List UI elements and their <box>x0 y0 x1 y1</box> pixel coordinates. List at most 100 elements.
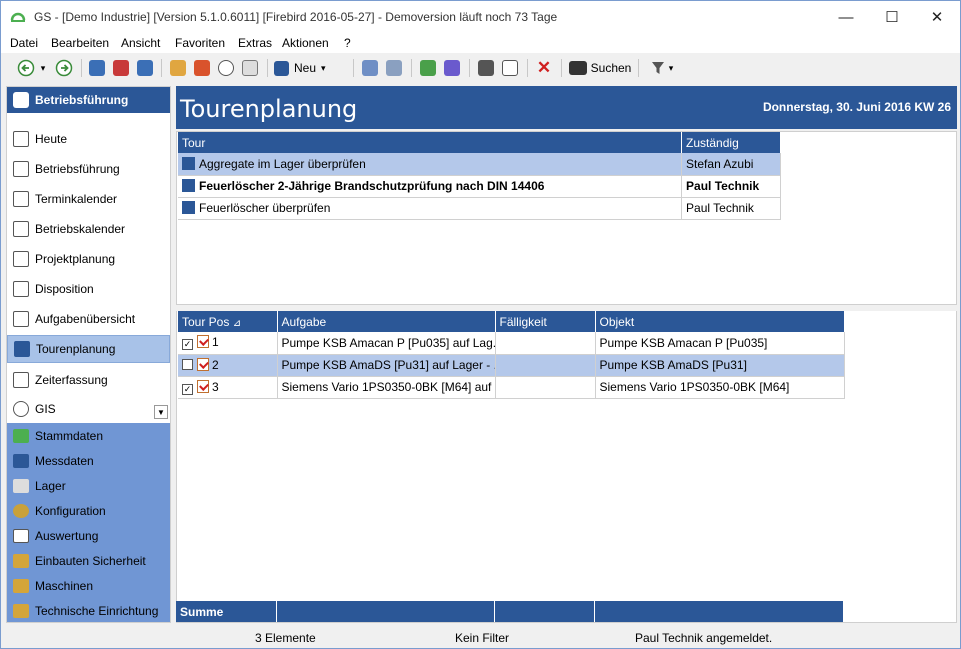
warning-button[interactable] <box>192 57 212 79</box>
table-row[interactable]: Feuerlöscher überprüfen Paul Technik <box>178 197 781 220</box>
menu-favoriten[interactable]: Favoriten <box>175 36 225 50</box>
due-cell[interactable] <box>495 354 596 377</box>
task-cell[interactable]: Pumpe KSB Amacan P [Pu035] auf Lag... <box>277 332 496 355</box>
calendar-grid-icon <box>13 221 29 237</box>
back-dropdown[interactable]: ▾ <box>38 57 48 79</box>
import-button[interactable] <box>418 57 438 79</box>
pos-cell[interactable]: ✓ 1 <box>178 332 278 355</box>
group-lager[interactable]: Lager <box>7 473 170 498</box>
sidebar-item-aufgabenuebersicht[interactable]: Aufgabenübersicht <box>7 305 170 333</box>
filter-button[interactable]: ▾ <box>645 57 679 79</box>
tour-cell[interactable]: Feuerlöscher überprüfen <box>178 197 683 220</box>
column-header-faelligkeit[interactable]: Fälligkeit <box>495 311 596 332</box>
sum-label: Summe <box>176 601 277 622</box>
export-button[interactable] <box>442 57 462 79</box>
menu-extras[interactable]: Extras <box>238 36 272 50</box>
forward-button[interactable] <box>53 57 75 79</box>
search-folder-button[interactable] <box>168 57 188 79</box>
toolbar: ▾ Neu ▾ ✕ Suchen ▾ <box>1 53 960 83</box>
due-cell[interactable] <box>495 332 596 355</box>
sidebar-scroll-down-button[interactable]: ▼ <box>154 405 168 419</box>
binoculars-icon <box>568 61 587 75</box>
sidebar-item-terminkalender[interactable]: Terminkalender <box>7 185 170 213</box>
messages-button[interactable] <box>240 57 260 79</box>
object-cell[interactable]: Pumpe KSB Amacan P [Pu035] <box>595 332 845 355</box>
group-konfiguration[interactable]: Konfiguration <box>7 498 170 523</box>
toolbar-separator <box>561 59 562 77</box>
object-cell[interactable]: Siemens Vario 1PS0350-0BK [M64] <box>595 376 845 399</box>
group-stammdaten[interactable]: Stammdaten <box>7 423 170 448</box>
row-checkbox[interactable] <box>182 359 193 370</box>
pos-cell[interactable]: ✓ 3 <box>178 376 278 399</box>
due-cell[interactable] <box>495 376 596 399</box>
group-einbauten-sicherheit[interactable]: Einbauten Sicherheit <box>7 548 170 573</box>
search-button[interactable]: Suchen <box>568 57 632 79</box>
row-checkbox[interactable]: ✓ <box>182 339 193 351</box>
status-count: 3 Elemente <box>255 631 316 645</box>
delete-button[interactable]: ✕ <box>534 57 554 79</box>
owner-cell[interactable]: Paul Technik <box>681 197 781 220</box>
table-row[interactable]: 2 Pumpe KSB AmaDS [Pu31] auf Lager - ...… <box>178 354 845 377</box>
group-messdaten[interactable]: Messdaten <box>7 448 170 473</box>
owner-cell[interactable]: Stefan Azubi <box>681 153 781 176</box>
group-maschinen[interactable]: Maschinen <box>7 573 170 598</box>
column-header-tour-pos[interactable]: Tour Pos ⊿ <box>178 311 278 332</box>
table-row[interactable]: ✓ 1 Pumpe KSB Amacan P [Pu035] auf Lag...… <box>178 332 845 355</box>
sidebar-item-projektplanung[interactable]: Projektplanung <box>7 245 170 273</box>
task-cell[interactable]: Pumpe KSB AmaDS [Pu31] auf Lager - ... <box>277 354 496 377</box>
print-preview-button[interactable] <box>500 57 520 79</box>
group-label: Auswertung <box>35 528 99 543</box>
group-auswertung[interactable]: Auswertung <box>7 523 170 548</box>
maximize-button[interactable]: ☐ <box>869 1 915 33</box>
tour-cell[interactable]: Aggregate im Lager überprüfen <box>178 153 683 176</box>
sidebar-item-tourenplanung[interactable]: Tourenplanung <box>7 335 170 363</box>
column-header-objekt[interactable]: Objekt <box>595 311 845 332</box>
edit-button[interactable] <box>360 57 380 79</box>
user-key-button[interactable] <box>87 57 107 79</box>
user-info-button[interactable] <box>135 57 155 79</box>
clock-24-icon <box>218 60 234 76</box>
print-button[interactable] <box>476 57 496 79</box>
minimize-button[interactable]: — <box>823 1 869 33</box>
sidebar-item-betriebskalender[interactable]: Betriebskalender <box>7 215 170 243</box>
column-header-tour[interactable]: Tour <box>178 132 683 153</box>
sidebar-item-label: Betriebskalender <box>35 222 126 236</box>
group-technische-einrichtung[interactable]: Technische Einrichtung <box>7 598 170 622</box>
tour-cell[interactable]: Feuerlöscher 2-Jährige Brandschutzprüfun… <box>178 175 683 198</box>
menu-help[interactable]: ? <box>344 36 351 50</box>
object-cell[interactable]: Pumpe KSB AmaDS [Pu31] <box>595 354 845 377</box>
close-button[interactable]: ✕ <box>914 1 960 33</box>
sidebar-item-disposition[interactable]: Disposition <box>7 275 170 303</box>
list-button[interactable] <box>384 57 404 79</box>
sidebar-item-heute[interactable]: Heute <box>7 125 170 153</box>
sidebar-item-label: Heute <box>35 132 68 146</box>
row-checkbox[interactable]: ✓ <box>182 383 193 395</box>
table-row[interactable]: ✓ 3 Siemens Vario 1PS0350-0BK [M64] auf .… <box>178 376 845 399</box>
column-header-aufgabe[interactable]: Aufgabe <box>277 311 496 332</box>
sidebar-item-gis[interactable]: GIS <box>7 395 170 423</box>
table-row[interactable]: Aggregate im Lager überprüfen Stefan Azu… <box>178 153 781 176</box>
24h-button[interactable] <box>216 57 236 79</box>
table-row[interactable]: Feuerlöscher 2-Jährige Brandschutzprüfun… <box>178 175 781 198</box>
page-header: Tourenplanung Donnerstag, 30. Juni 2016 … <box>176 86 957 129</box>
sidebar-item-zeiterfassung[interactable]: Zeiterfassung <box>7 366 170 394</box>
back-button[interactable] <box>15 57 37 79</box>
status-bar: 3 Elemente Kein Filter Paul Technik ange… <box>1 628 960 648</box>
sidebar-item-betriebsfuehrung[interactable]: Betriebsführung <box>7 155 170 183</box>
group-label: Lager <box>35 478 66 493</box>
chevron-down-icon: ▾ <box>668 62 674 73</box>
menu-ansicht[interactable]: Ansicht <box>121 36 160 50</box>
new-button[interactable]: Neu ▾ <box>274 57 334 79</box>
menu-bearbeiten[interactable]: Bearbeiten <box>51 36 109 50</box>
folder-icon <box>13 553 29 568</box>
column-header-zustaendig[interactable]: Zuständig <box>681 132 781 153</box>
pos-cell[interactable]: 2 <box>178 354 278 377</box>
sidebar: Betriebsführung Heute Betriebsführung Te… <box>6 86 171 623</box>
user-remove-button[interactable] <box>111 57 131 79</box>
menu-aktionen[interactable]: Aktionen <box>282 36 329 50</box>
forward-arrow-icon <box>55 59 73 77</box>
sidebar-header[interactable]: Betriebsführung <box>7 87 170 113</box>
owner-cell[interactable]: Paul Technik <box>681 175 781 198</box>
menu-datei[interactable]: Datei <box>10 36 38 50</box>
task-cell[interactable]: Siemens Vario 1PS0350-0BK [M64] auf ... <box>277 376 496 399</box>
